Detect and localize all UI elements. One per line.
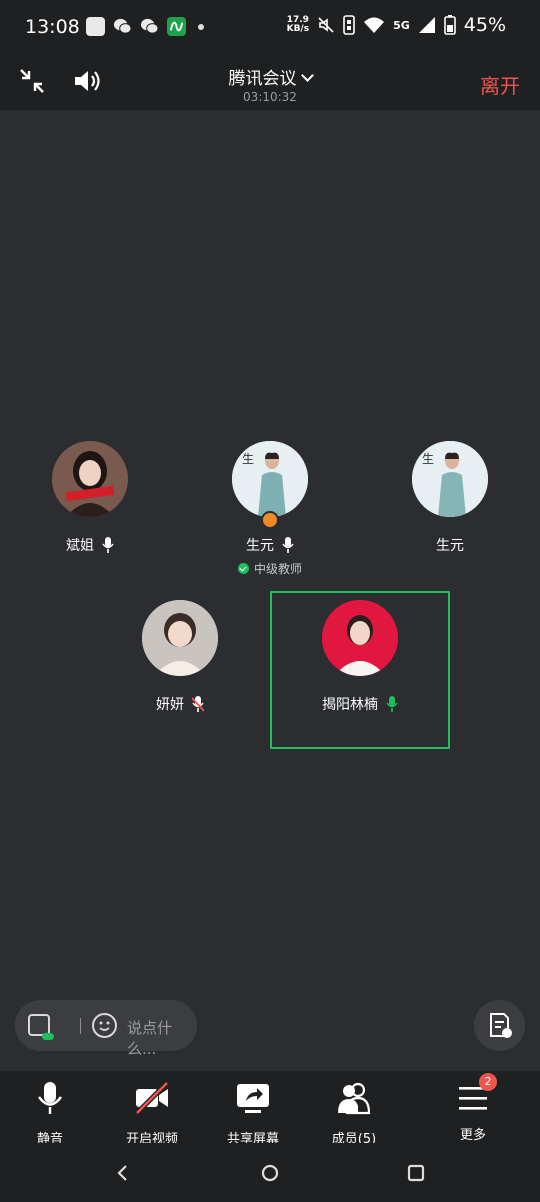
- more-button[interactable]: 2 更多: [423, 1073, 523, 1143]
- participant-name-row: 生元: [360, 535, 540, 555]
- emoji-icon[interactable]: [92, 1013, 117, 1038]
- meeting-title-block[interactable]: 腾讯会议 03:10:32: [0, 64, 540, 104]
- participant-tile[interactable]: 妍妍: [90, 600, 270, 714]
- avatar-image: [52, 441, 128, 517]
- mic-speaking-icon: [386, 696, 398, 712]
- members-icon: [338, 1082, 371, 1115]
- emoji-face: [99, 1021, 110, 1031]
- signal-icon: [418, 17, 435, 33]
- chat-input[interactable]: 说点什么...: [127, 1017, 197, 1059]
- leave-button[interactable]: 离开: [480, 70, 520, 99]
- recents-icon[interactable]: [404, 1161, 428, 1185]
- avatar: [52, 441, 128, 517]
- participant-tile[interactable]: 斌姐: [0, 441, 180, 555]
- vibrate-icon: [343, 15, 355, 35]
- mute-notification-icon: [318, 17, 334, 33]
- video-off-icon: [135, 1081, 169, 1115]
- back-icon[interactable]: [111, 1161, 135, 1185]
- wifi-icon: [364, 17, 385, 33]
- svg-text:生: 生: [242, 452, 254, 466]
- network-speed: 17.9 KB/s: [287, 16, 309, 34]
- host-badge-icon: [261, 511, 279, 529]
- participant-name: 妍妍: [156, 697, 184, 713]
- notes-button[interactable]: [474, 1000, 525, 1051]
- more-label: 更多: [459, 1128, 486, 1143]
- app-notification-icon: [167, 17, 186, 36]
- participant-name-row: 斌姐: [0, 535, 180, 555]
- participant-name: 生元: [436, 538, 464, 554]
- message-notification-icon: [86, 17, 105, 36]
- participant-tile[interactable]: 生 生元 中级教师: [180, 441, 360, 577]
- mute-button[interactable]: 静音: [0, 1081, 100, 1147]
- participant-role-text: 中级教师: [253, 562, 302, 576]
- microphone-icon: [38, 1082, 62, 1114]
- battery-icon: [443, 15, 456, 35]
- participant-tile[interactable]: 生 生元: [360, 441, 540, 555]
- participant-name-row: 生元: [180, 535, 360, 555]
- members-button[interactable]: 成员(5): [304, 1081, 404, 1147]
- participant-name-row: 妍妍: [90, 694, 270, 714]
- participant-role: 中级教师: [180, 560, 360, 577]
- avatar-wrap: 生: [232, 441, 308, 529]
- avatar: 生: [412, 441, 488, 517]
- status-time: 13:08: [25, 16, 80, 38]
- notification-icons: [86, 17, 204, 36]
- meeting-title[interactable]: 腾讯会议: [0, 64, 540, 89]
- more-notifications-dot: [198, 23, 204, 30]
- avatar-image: 生: [412, 441, 488, 517]
- mic-muted-icon: [192, 696, 204, 712]
- system-status: 17.9 KB/s 5G 45%: [287, 14, 506, 36]
- wechat-icon: [113, 18, 132, 34]
- meeting-duration: 03:10:32: [243, 90, 297, 104]
- wechat-icon-2: [140, 18, 159, 34]
- network-speed-unit: KB/s: [286, 24, 310, 34]
- share-screen-button[interactable]: 共享屏幕: [203, 1081, 303, 1147]
- status-bar: 13:08 17.9 KB/s 5G 45%: [0, 0, 540, 54]
- more-notification-badge: 2: [479, 1073, 497, 1091]
- system-nav-bar: [0, 1143, 540, 1202]
- avatar-image: [322, 600, 398, 676]
- avatar: 生: [232, 441, 308, 517]
- chevron-down-icon: [300, 69, 314, 82]
- mic-on-icon: [282, 537, 294, 553]
- meeting-header: 腾讯会议 03:10:32 离开: [0, 54, 540, 110]
- participant-name: 斌姐: [66, 538, 94, 554]
- participant-name-row: 揭阳林楠: [270, 694, 450, 714]
- network-type: 5G: [393, 18, 410, 32]
- avatar-image: [142, 600, 218, 676]
- meeting-title-text: 腾讯会议: [228, 69, 297, 89]
- mic-on-icon: [102, 537, 114, 553]
- verified-check-icon: [237, 563, 249, 574]
- notes-icon: [490, 1013, 512, 1038]
- meeting-toolbar: 静音 开启视频 共享屏幕 成员(5) 2 更多: [0, 1071, 540, 1147]
- participant-tile[interactable]: 揭阳林楠: [270, 600, 450, 714]
- more-icon-wrap: 2: [455, 1073, 497, 1115]
- share-screen-icon: [237, 1084, 269, 1113]
- svg-text:生: 生: [422, 452, 434, 466]
- chat-bar[interactable]: 说点什么...: [15, 1000, 197, 1058]
- chat-toggle-icon[interactable]: [28, 1014, 54, 1040]
- chat-divider: [80, 1018, 81, 1034]
- participant-name: 揭阳林楠: [322, 697, 378, 713]
- avatar-image: 生: [232, 441, 308, 517]
- participant-name: 生元: [246, 538, 274, 554]
- video-button[interactable]: 开启视频: [102, 1081, 202, 1147]
- avatar: [142, 600, 218, 676]
- battery-percent: 45%: [463, 14, 506, 36]
- avatar: [322, 600, 398, 676]
- home-icon[interactable]: [258, 1161, 282, 1185]
